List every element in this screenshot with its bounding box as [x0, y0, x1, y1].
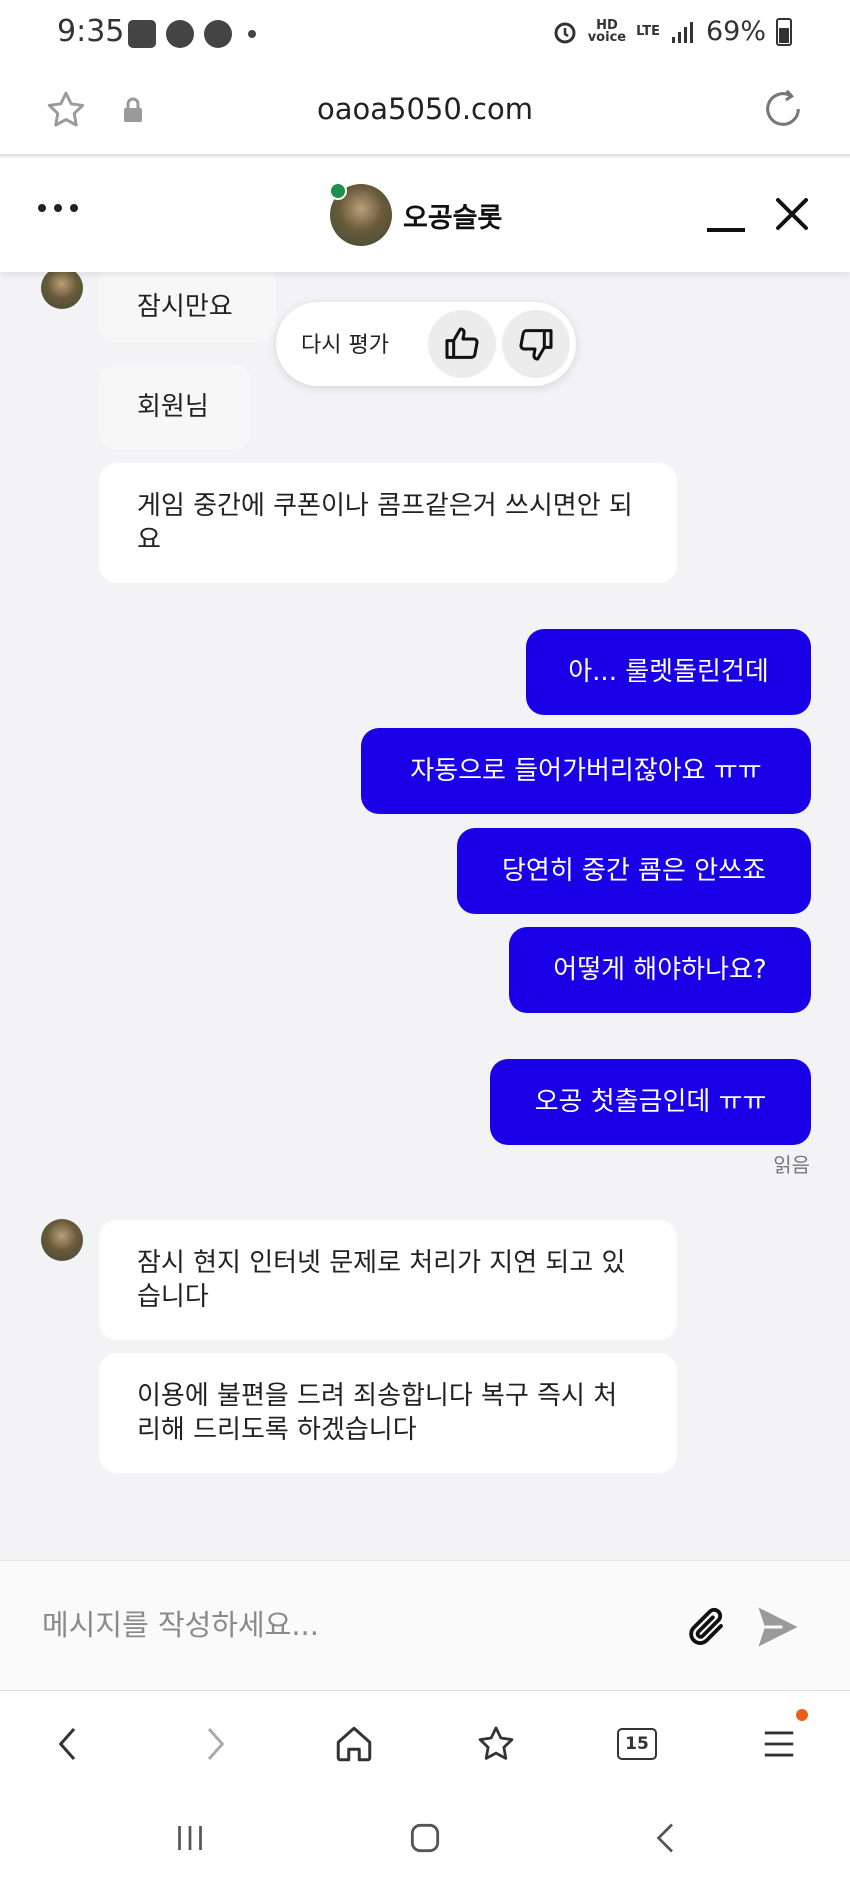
message-incoming: 잠시 현지 인터넷 문제로 처리가 지연 되고 있습니다	[99, 1220, 677, 1340]
online-status-indicator	[329, 182, 347, 200]
message-incoming: 잠시만요	[99, 272, 276, 342]
android-navigation-bar	[0, 1790, 850, 1889]
message-outgoing: 자동으로 들어가버리잖아요 ㅠㅠ	[361, 728, 811, 814]
home-nav-icon[interactable]	[406, 1819, 444, 1857]
hd-voice-icon: HD voice	[587, 17, 627, 45]
browser-toolbar: 15	[0, 1690, 850, 1790]
attachment-icon[interactable]	[683, 1603, 731, 1651]
back-arrow-icon	[58, 1728, 76, 1760]
thumbs-down-button[interactable]	[502, 310, 570, 378]
minimize-icon[interactable]	[707, 228, 745, 232]
hamburger-menu-icon	[764, 1731, 794, 1757]
message-composer	[0, 1560, 850, 1690]
notification-icons	[128, 20, 256, 48]
thumbs-down-icon	[519, 329, 553, 361]
message-outgoing: 오공 첫출금인데 ㅠㅠ	[490, 1059, 811, 1145]
browser-url-bar: oaoa5050.com	[0, 70, 850, 156]
battery-percent: 69%	[705, 16, 766, 47]
agent-avatar-small	[41, 1219, 83, 1261]
back-button[interactable]	[42, 1717, 96, 1771]
menu-notification-dot	[796, 1709, 808, 1721]
chat-header: 오공슬롯	[0, 158, 850, 272]
thumbs-up-icon	[445, 327, 479, 359]
reload-icon[interactable]	[760, 86, 806, 132]
tabs-icon: 15	[617, 1728, 657, 1760]
message-incoming: 이용에 불편을 드려 죄송합니다 복구 즉시 처리해 드리도록 하겠습니다	[99, 1353, 677, 1473]
agent-avatar-small	[41, 272, 83, 309]
thumbs-up-button[interactable]	[428, 310, 496, 378]
message-outgoing: 당연히 중간 쿔은 안쓰죠	[457, 828, 811, 914]
home-icon	[336, 1726, 372, 1762]
recent-apps-icon[interactable]	[172, 1820, 208, 1856]
gallery-icon	[128, 20, 156, 48]
back-nav-icon[interactable]	[648, 1820, 684, 1856]
url-text[interactable]: oaoa5050.com	[0, 92, 850, 126]
bookmarks-star-icon	[478, 1726, 514, 1760]
message-incoming: 게임 중간에 쿠폰이나 콤프같은거 쓰시면안 되요	[99, 463, 677, 583]
message-incoming: 회원님	[99, 364, 251, 450]
talk-icon	[166, 20, 194, 48]
message-outgoing: 어떻게 해야하나요?	[509, 927, 811, 1013]
more-notifications-icon	[248, 30, 256, 38]
rating-label: 다시 평가	[301, 333, 389, 358]
account-icon	[204, 20, 232, 48]
system-icons: HD voice LTE 69%	[552, 16, 792, 47]
status-bar: 9:35 HD voice LTE 69%	[0, 0, 850, 70]
read-receipt: 읽음	[773, 1153, 810, 1177]
rating-popover: 다시 평가	[276, 302, 576, 386]
home-button[interactable]	[327, 1717, 381, 1771]
tab-count: 15	[625, 1734, 649, 1754]
menu-button[interactable]	[752, 1717, 806, 1771]
lte-icon: LTE	[636, 23, 660, 39]
status-time: 9:35	[57, 14, 125, 49]
alarm-icon	[554, 22, 576, 43]
send-icon[interactable]	[752, 1601, 804, 1653]
more-options-icon[interactable]	[38, 204, 78, 212]
message-outgoing: 아... 룰렛돌린건데	[526, 629, 811, 715]
signal-icon	[671, 21, 693, 43]
tabs-button[interactable]: 15	[610, 1717, 664, 1771]
message-input[interactable]	[42, 1605, 602, 1645]
battery-icon	[776, 17, 792, 46]
chat-messages: 잠시만요 다시 평가 회원님 게임 중간에 쿠폰이나 콤프같은거 쓰시면안 되요…	[0, 272, 850, 1560]
chat-title: 오공슬롯	[403, 203, 503, 234]
bookmarks-button[interactable]	[469, 1717, 523, 1771]
forward-button[interactable]	[187, 1717, 241, 1771]
forward-arrow-icon	[207, 1728, 225, 1760]
close-icon[interactable]	[772, 194, 812, 234]
